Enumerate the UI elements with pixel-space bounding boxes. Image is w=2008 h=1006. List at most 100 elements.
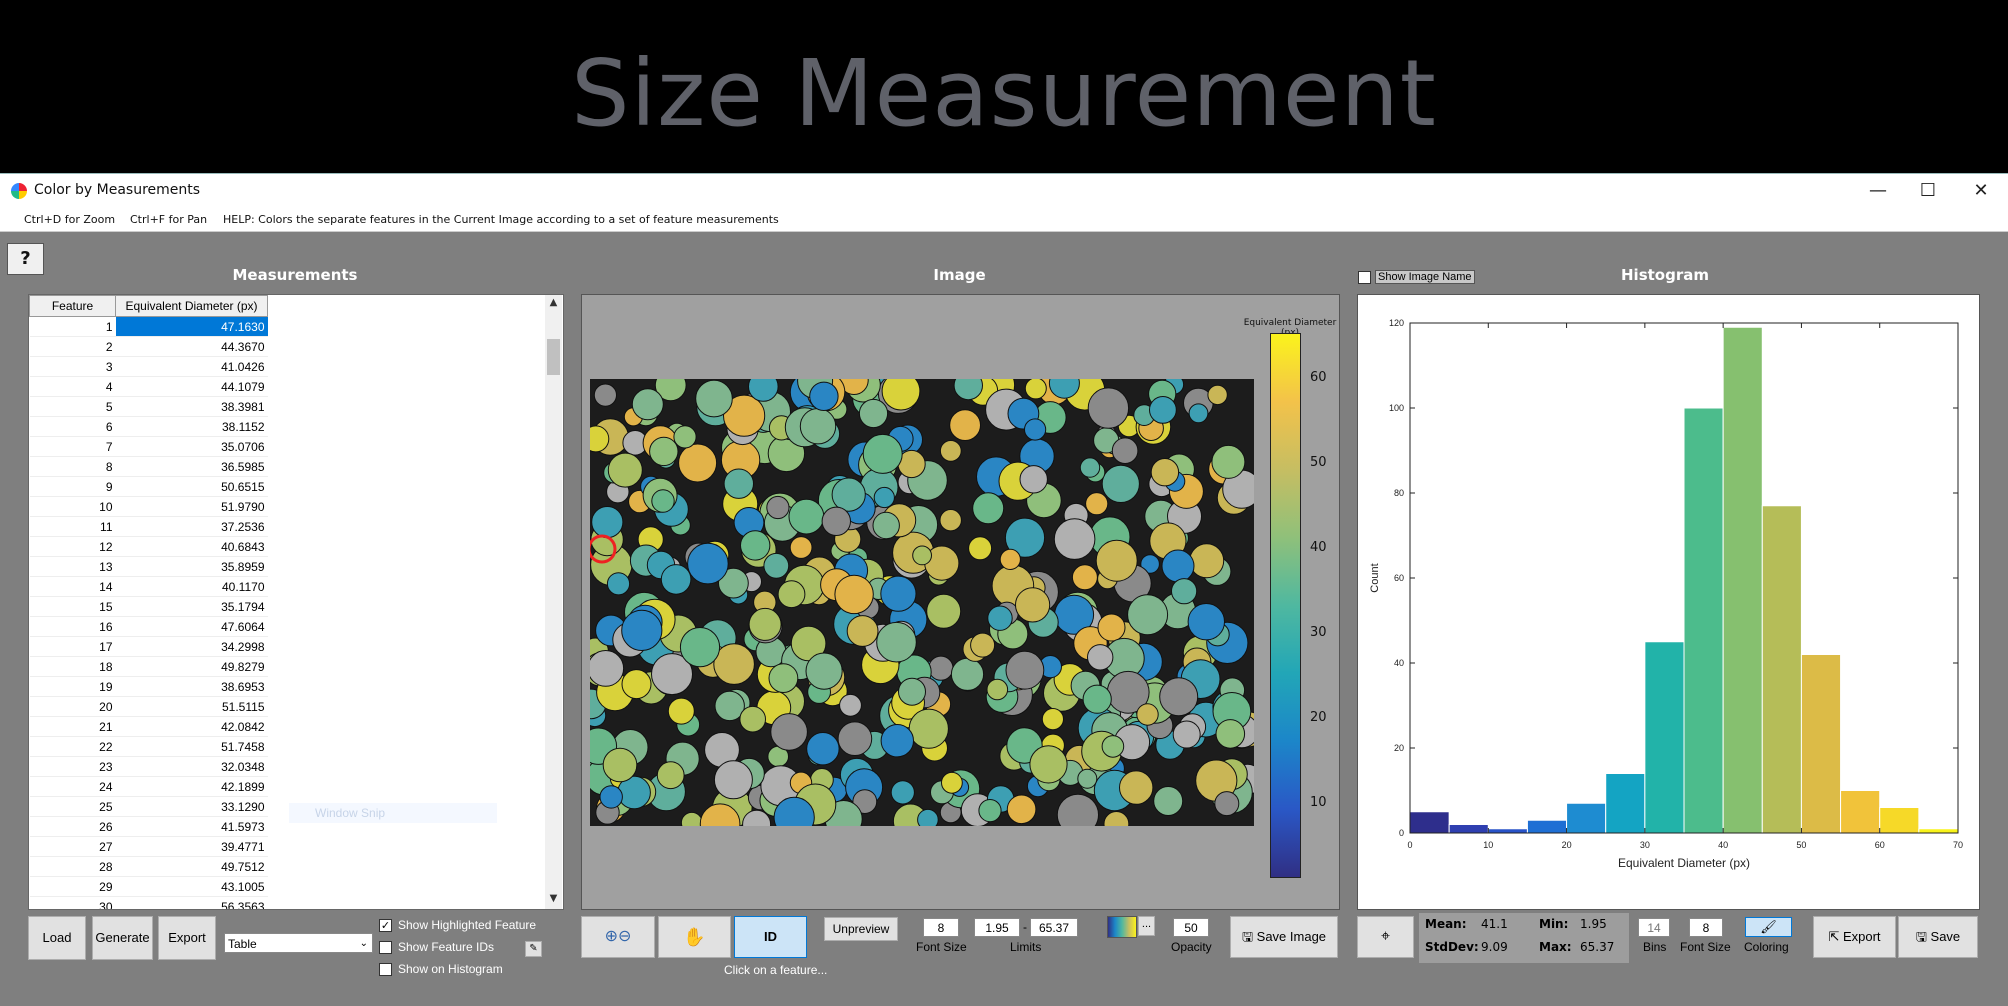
particle[interactable] [1005,650,1045,690]
particle[interactable] [1172,720,1201,749]
particle[interactable] [831,477,866,512]
table-row[interactable]: 7 35.0706 [29,436,268,457]
feature-id-cell[interactable]: 17 [29,636,116,657]
bins-input[interactable]: 14 [1638,918,1670,937]
particle[interactable] [1006,794,1037,825]
table-row[interactable]: 2 44.3670 [29,336,268,357]
particle[interactable] [1171,578,1198,605]
particle-image[interactable] [590,379,1254,826]
column-header-feature[interactable]: Feature [29,295,116,317]
histogram-bar[interactable] [1722,326,1763,834]
particle[interactable] [858,398,889,429]
particle[interactable] [1211,444,1246,479]
particle[interactable] [1077,768,1098,789]
table-scrollbar[interactable]: ▲ ▼ [545,295,562,909]
particle[interactable] [678,443,718,483]
particle[interactable] [695,379,733,418]
particle[interactable] [1207,384,1228,406]
save-histogram-button[interactable]: 🖫 Save [1898,916,1978,958]
particle[interactable] [941,771,963,794]
particle[interactable] [680,811,703,826]
diameter-cell[interactable]: 34.2998 [115,636,268,657]
feature-id-cell[interactable]: 21 [29,716,116,737]
particle[interactable] [972,492,1005,525]
particle[interactable] [834,574,874,615]
particle[interactable] [607,452,643,488]
particle[interactable] [880,724,914,758]
particle[interactable] [1097,613,1126,642]
particle[interactable] [939,509,962,532]
particle[interactable] [950,657,985,691]
diameter-cell[interactable]: 41.0426 [115,356,268,377]
format-select[interactable]: Table ⌄ [224,933,373,953]
table-row[interactable]: 21 42.0842 [29,716,268,737]
diameter-cell[interactable]: 56.3563 [115,896,268,909]
feature-id-cell[interactable]: 6 [29,416,116,437]
particle[interactable] [1149,396,1177,424]
particle[interactable] [768,663,799,694]
colormap-more-button[interactable]: ... [1138,916,1155,936]
particle[interactable] [928,655,954,681]
particle[interactable] [986,678,1009,701]
zoom-in-out-icon[interactable]: ⊕⊖ [581,916,655,958]
particle[interactable] [723,468,755,499]
diameter-cell[interactable]: 44.3670 [115,336,268,357]
feature-id-cell[interactable]: 27 [29,836,116,857]
particle[interactable] [872,511,900,540]
feature-id-cell[interactable]: 7 [29,436,116,457]
particle[interactable] [876,621,917,663]
particle[interactable] [606,572,631,596]
particle[interactable] [809,381,839,411]
show-feature-ids-checkbox[interactable] [379,941,392,954]
particle[interactable] [1082,684,1112,714]
particle[interactable] [679,627,721,668]
feature-id-cell[interactable]: 15 [29,596,116,617]
diameter-cell[interactable]: 35.8959 [115,556,268,577]
feature-id-cell[interactable]: 2 [29,336,116,357]
load-button[interactable]: Load [28,916,86,960]
minimize-button[interactable]: — [1855,176,1901,206]
particle[interactable] [1087,387,1130,429]
diameter-cell[interactable]: 51.7458 [115,736,268,757]
table-row[interactable]: 18 49.8279 [29,656,268,677]
table-row[interactable]: 5 38.3981 [29,396,268,417]
table-row[interactable]: 13 35.8959 [29,556,268,577]
table-row[interactable]: 12 40.6843 [29,536,268,557]
table-row[interactable]: 9 50.6515 [29,476,268,497]
particle[interactable] [999,548,1021,570]
feature-id-cell[interactable]: 18 [29,656,116,677]
id-button[interactable]: ID [734,916,807,958]
particle[interactable] [621,609,663,651]
particle[interactable] [777,580,806,609]
table-row[interactable]: 22 51.7458 [29,736,268,757]
particle[interactable] [1136,703,1159,726]
particle[interactable] [1079,457,1101,478]
histogram-bar[interactable] [1840,790,1881,834]
table-row[interactable]: 10 51.9790 [29,496,268,517]
feature-id-cell[interactable]: 13 [29,556,116,577]
feature-id-cell[interactable]: 28 [29,856,116,877]
column-header-diameter[interactable]: Equivalent Diameter (px) [115,295,268,317]
particle[interactable] [789,536,813,559]
diameter-cell[interactable]: 38.6953 [115,676,268,697]
diameter-cell[interactable]: 42.1899 [115,776,268,797]
particle[interactable] [1085,492,1109,516]
feature-id-cell[interactable]: 14 [29,576,116,597]
histogram-bar[interactable] [1879,807,1920,834]
histogram-chart[interactable]: 0 10 20 30 40 50 60 70 0 20 40 60 80 100 120 Equivalent… [1358,295,1979,909]
particle[interactable] [763,552,790,579]
particle[interactable] [788,498,825,535]
particle[interactable] [656,761,685,790]
unpreview-button[interactable]: Unpreview [824,917,898,941]
table-row[interactable]: 14 40.1170 [29,576,268,597]
scroll-thumb[interactable] [547,339,560,375]
particle[interactable] [873,486,895,509]
diameter-cell[interactable]: 38.1152 [115,416,268,437]
save-image-button[interactable]: 🖫 Save Image [1230,916,1338,958]
particle[interactable] [1029,745,1068,784]
particle[interactable] [908,708,949,749]
feature-id-cell[interactable]: 8 [29,456,116,477]
diameter-cell[interactable]: 47.6064 [115,616,268,637]
particle[interactable] [593,383,617,407]
diameter-cell[interactable]: 51.5115 [115,696,268,717]
